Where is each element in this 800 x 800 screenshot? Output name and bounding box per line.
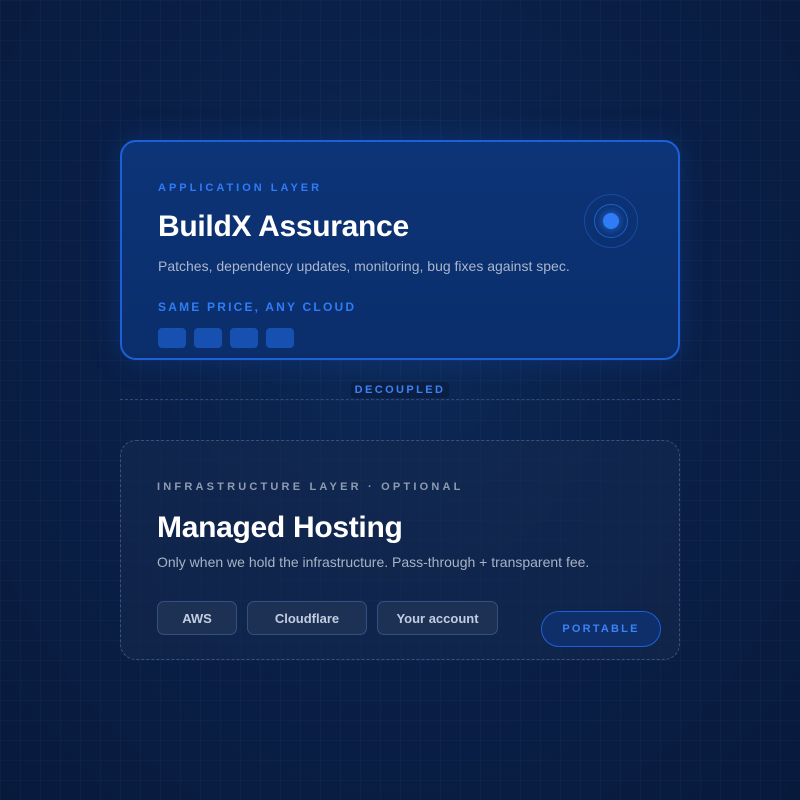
provider-button-your-account[interactable]: Your account — [377, 601, 498, 635]
infrastructure-card-description: Only when we hold the infrastructure. Pa… — [157, 554, 590, 570]
decoupled-label: DECOUPLED — [351, 382, 449, 398]
cloud-chip — [194, 328, 222, 348]
beacon-dot — [603, 213, 619, 229]
provider-button-cloudflare[interactable]: Cloudflare — [247, 601, 367, 635]
cloud-chip — [230, 328, 258, 348]
cloud-chips — [158, 328, 294, 348]
application-layer-eyebrow: APPLICATION LAYER — [158, 182, 323, 194]
infrastructure-card-title: Managed Hosting — [157, 511, 403, 544]
price-label: SAME PRICE, ANY CLOUD — [158, 300, 357, 314]
application-card-description: Patches, dependency updates, monitoring,… — [158, 258, 570, 274]
application-card-title: BuildX Assurance — [158, 210, 409, 243]
cloud-chip — [266, 328, 294, 348]
layer-divider — [120, 399, 680, 400]
beacon-ring — [594, 204, 628, 238]
application-layer-card: APPLICATION LAYER BuildX Assurance Patch… — [120, 140, 680, 360]
infrastructure-layer-card: INFRASTRUCTURE LAYER · OPTIONAL Managed … — [120, 440, 680, 660]
infrastructure-layer-eyebrow: INFRASTRUCTURE LAYER · OPTIONAL — [157, 481, 464, 493]
cloud-chip — [158, 328, 186, 348]
provider-button-aws[interactable]: AWS — [157, 601, 237, 635]
provider-list: AWS Cloudflare Your account — [157, 601, 498, 635]
beacon-icon — [584, 194, 638, 248]
portable-badge[interactable]: PORTABLE — [541, 611, 661, 647]
